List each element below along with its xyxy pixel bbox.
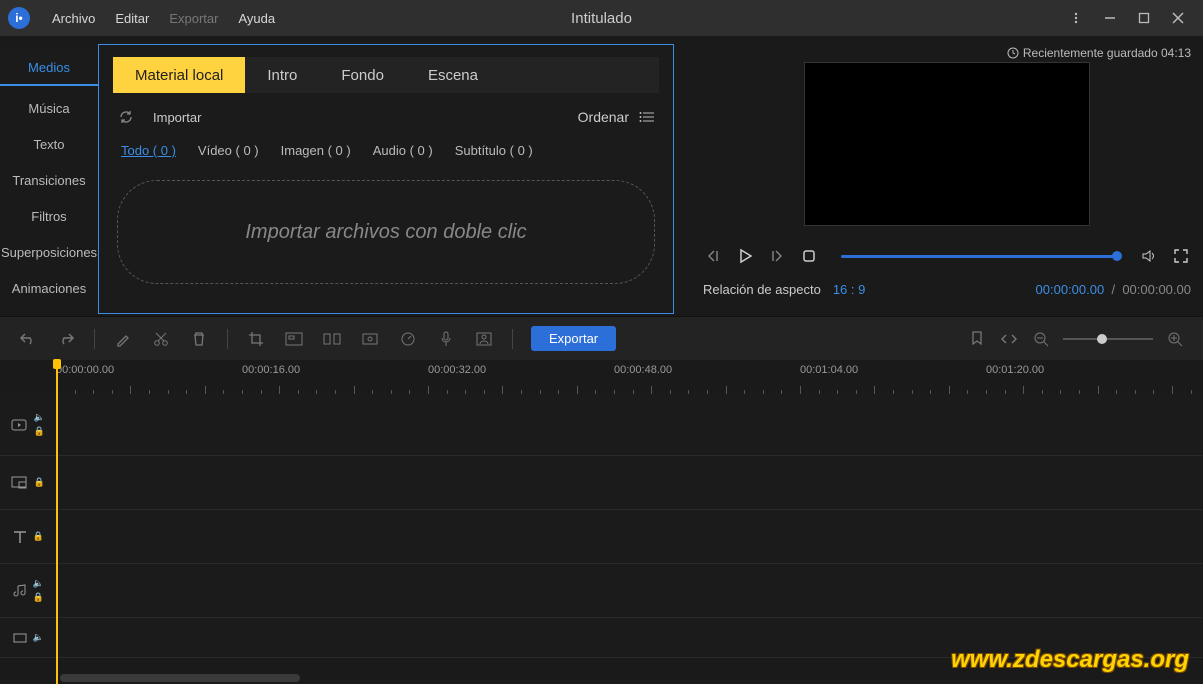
clock-icon xyxy=(1007,47,1019,59)
sort-list-icon[interactable] xyxy=(639,110,655,124)
import-button[interactable]: Importar xyxy=(153,110,201,125)
freeze-icon[interactable] xyxy=(360,329,380,349)
media-filter-row: Todo ( 0 ) Vídeo ( 0 ) Imagen ( 0 ) Audi… xyxy=(121,143,673,158)
lock-icon[interactable]: 🔒 xyxy=(33,592,44,603)
menu-help[interactable]: Ayuda xyxy=(228,11,285,26)
delete-icon[interactable] xyxy=(189,329,209,349)
voice-icon[interactable] xyxy=(436,329,456,349)
time-current: 00:00:00.00 xyxy=(1036,282,1105,297)
media-panel: Material local Intro Fondo Escena Import… xyxy=(98,44,674,314)
sidebar-item-media[interactable]: Medios xyxy=(0,50,98,86)
filter-subtitle[interactable]: Subtítulo ( 0 ) xyxy=(455,143,533,158)
time-total: 00:00:00.00 xyxy=(1122,282,1191,297)
speed-icon[interactable] xyxy=(398,329,418,349)
watermark: www.zdescargas.org xyxy=(951,646,1189,674)
save-status: Recientemente guardado 04:13 xyxy=(1007,46,1191,60)
timeline-toolbar: Exportar xyxy=(0,316,1203,360)
app-logo: i• xyxy=(8,7,30,29)
refresh-icon[interactable] xyxy=(119,110,135,124)
portrait-icon[interactable] xyxy=(474,329,494,349)
lock-icon[interactable]: 🔒 xyxy=(33,531,44,542)
ruler-mark: 00:00:16.00 xyxy=(242,364,300,376)
preview-progress[interactable] xyxy=(841,255,1117,258)
filter-audio[interactable]: Audio ( 0 ) xyxy=(373,143,433,158)
split-icon[interactable] xyxy=(322,329,342,349)
tab-scene[interactable]: Escena xyxy=(406,57,500,93)
playhead[interactable] xyxy=(56,360,58,684)
track-audio[interactable]: 🔈🔒 xyxy=(0,564,1203,618)
sort-label[interactable]: Ordenar xyxy=(578,109,629,125)
pip-track-icon xyxy=(11,475,29,491)
media-tabs: Material local Intro Fondo Escena xyxy=(113,57,659,93)
tab-local-material[interactable]: Material local xyxy=(113,57,245,93)
mute-icon[interactable]: 🔈 xyxy=(33,578,44,589)
menu-export[interactable]: Exportar xyxy=(159,11,228,26)
mosaic-icon[interactable] xyxy=(284,329,304,349)
next-frame-icon[interactable] xyxy=(767,246,787,266)
zoom-slider[interactable] xyxy=(1063,338,1153,340)
sidebar-item-text[interactable]: Texto xyxy=(0,126,98,162)
export-button[interactable]: Exportar xyxy=(531,326,616,351)
mute-icon[interactable]: 🔈 xyxy=(34,412,45,423)
aspect-label: Relación de aspecto xyxy=(703,282,821,297)
close-icon[interactable] xyxy=(1161,4,1195,32)
ruler-mark: 00:00:32.00 xyxy=(428,364,486,376)
undo-icon[interactable] xyxy=(18,329,38,349)
fit-icon[interactable] xyxy=(999,329,1019,349)
more-icon[interactable] xyxy=(1059,4,1093,32)
sidebar-item-transitions[interactable]: Transiciones xyxy=(0,162,98,198)
preview-canvas xyxy=(804,62,1090,226)
ruler-mark: 00:00:48.00 xyxy=(614,364,672,376)
ruler-mark: 00:00:00.00 xyxy=(56,364,114,376)
horizontal-scrollbar[interactable] xyxy=(60,674,300,682)
filter-video[interactable]: Vídeo ( 0 ) xyxy=(198,143,259,158)
stop-icon[interactable] xyxy=(799,246,819,266)
crop-icon[interactable] xyxy=(246,329,266,349)
marker-icon[interactable] xyxy=(967,329,987,349)
mute-icon[interactable]: 🔈 xyxy=(33,632,44,643)
extra-track-icon xyxy=(12,631,28,645)
track-pip[interactable]: 🔒 xyxy=(0,456,1203,510)
lock-icon[interactable]: 🔒 xyxy=(34,477,45,488)
tab-background[interactable]: Fondo xyxy=(319,57,406,93)
lock-icon[interactable]: 🔒 xyxy=(34,426,45,437)
ruler-mark: 00:01:04.00 xyxy=(800,364,858,376)
ruler-mark: 00:01:20.00 xyxy=(986,364,1044,376)
menu-edit[interactable]: Editar xyxy=(105,11,159,26)
menu-file[interactable]: Archivo xyxy=(42,11,105,26)
edit-icon[interactable] xyxy=(113,329,133,349)
timeline: 00:00:00.00 00:00:16.00 00:00:32.00 00:0… xyxy=(0,360,1203,684)
sidebar-item-music[interactable]: Música xyxy=(0,90,98,126)
audio-track-icon xyxy=(12,583,28,599)
track-text[interactable]: 🔒 xyxy=(0,510,1203,564)
prev-frame-icon[interactable] xyxy=(703,246,723,266)
window-title: Intitulado xyxy=(571,10,632,27)
sidebar-item-animations[interactable]: Animaciones xyxy=(0,270,98,306)
text-track-icon xyxy=(12,529,28,545)
volume-icon[interactable] xyxy=(1139,246,1159,266)
video-track-icon xyxy=(11,417,29,433)
filter-all[interactable]: Todo ( 0 ) xyxy=(121,143,176,158)
time-ruler[interactable]: 00:00:00.00 00:00:16.00 00:00:32.00 00:0… xyxy=(56,360,1203,394)
tab-intro[interactable]: Intro xyxy=(245,57,319,93)
fullscreen-icon[interactable] xyxy=(1171,246,1191,266)
filter-image[interactable]: Imagen ( 0 ) xyxy=(281,143,351,158)
import-dropzone[interactable]: Importar archivos con doble clic xyxy=(117,180,655,284)
minimize-icon[interactable] xyxy=(1093,4,1127,32)
track-video[interactable]: 🔈🔒 xyxy=(0,394,1203,456)
maximize-icon[interactable] xyxy=(1127,4,1161,32)
preview-panel: Recientemente guardado 04:13 Relación de… xyxy=(677,36,1203,316)
sidebar-item-overlays[interactable]: Superposiciones xyxy=(0,234,98,270)
redo-icon[interactable] xyxy=(56,329,76,349)
play-icon[interactable] xyxy=(735,246,755,266)
zoom-in-icon[interactable] xyxy=(1165,329,1185,349)
left-sidebar: Medios Música Texto Transiciones Filtros… xyxy=(0,36,98,316)
titlebar: i• Archivo Editar Exportar Ayuda Intitul… xyxy=(0,0,1203,36)
zoom-out-icon[interactable] xyxy=(1031,329,1051,349)
sidebar-item-filters[interactable]: Filtros xyxy=(0,198,98,234)
cut-icon[interactable] xyxy=(151,329,171,349)
time-separator: / xyxy=(1111,282,1115,297)
aspect-value[interactable]: 16 : 9 xyxy=(833,282,866,297)
